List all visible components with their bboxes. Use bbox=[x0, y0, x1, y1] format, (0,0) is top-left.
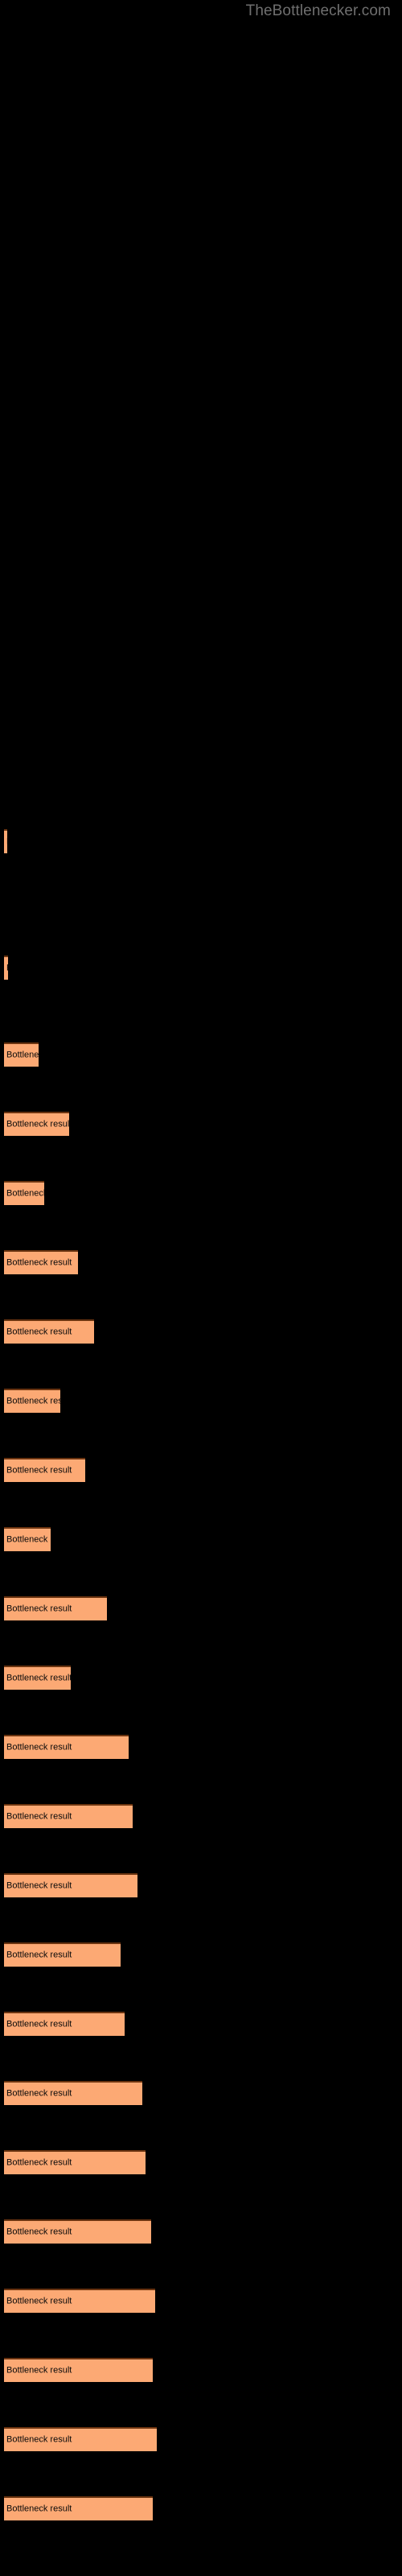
chart-bar[interactable]: Bottleneck result bbox=[4, 2219, 151, 2244]
bar-label: Bottleneck result bbox=[6, 1188, 44, 1199]
chart-bar[interactable]: Bottleneck result bbox=[4, 1389, 60, 1413]
bar-label: Bottleneck result bbox=[6, 1050, 39, 1060]
chart-bar[interactable]: Bottleneck result bbox=[4, 2358, 153, 2382]
chart-bar[interactable]: Bottleneck result bbox=[4, 2427, 157, 2451]
chart-bar[interactable]: Bottleneck result bbox=[4, 1596, 107, 1620]
bar-label: Bottleneck result bbox=[6, 1880, 72, 1891]
bar-label: Bottleneck result bbox=[6, 2019, 72, 2029]
chart-bar[interactable]: Bottleneck result bbox=[4, 1666, 71, 1690]
chart-bar[interactable]: Bottleneck result bbox=[4, 2496, 153, 2520]
chart-bar[interactable]: Bottleneck result bbox=[4, 956, 8, 980]
bar-label: Bottleneck result bbox=[6, 2157, 72, 2168]
chart-bar[interactable]: Bottleneck result bbox=[4, 2081, 142, 2105]
chart-bar[interactable]: Bottleneck result bbox=[4, 1735, 129, 1759]
bar-label: Bottleneck result bbox=[6, 1604, 72, 1614]
bar-label: Bottleneck result bbox=[6, 1465, 72, 1476]
bar-label: Bottleneck result bbox=[6, 2365, 72, 2376]
bar-label: Bottleneck result bbox=[6, 1257, 72, 1268]
bar-label: Bottleneck result bbox=[6, 2434, 72, 2445]
chart-bar[interactable]: Bottleneck result bbox=[4, 1458, 85, 1482]
bar-label: Bottleneck result bbox=[6, 1742, 72, 1752]
bar-label: Bottleneck result bbox=[6, 1396, 60, 1406]
chart-plot-area: Bottleneck result Bottleneck result Bottle… bbox=[0, 0, 402, 2576]
chart-bar[interactable]: Bottleneck result bbox=[4, 1042, 39, 1067]
chart-bar[interactable]: Bottleneck result bbox=[4, 2012, 125, 2036]
bar-label: Bottleneck result bbox=[6, 2227, 72, 2237]
chart-bar[interactable]: Bottleneck result bbox=[4, 2289, 155, 2313]
chart-bar[interactable]: Bottleneck result bbox=[4, 1942, 121, 1967]
bar-label: Bottleneck result bbox=[6, 1811, 72, 1822]
bar-label: Bottleneck result bbox=[6, 2296, 72, 2306]
bar-label: Bottleneck result bbox=[6, 1534, 51, 1545]
bar-label: Bottleneck result bbox=[6, 1673, 71, 1683]
chart-bar[interactable]: Bottleneck result bbox=[4, 1527, 51, 1551]
bar-label: Bottleneck result bbox=[6, 1950, 72, 1960]
chart-bar[interactable]: Bottleneck result bbox=[4, 1804, 133, 1828]
bar-label: Bottleneck result bbox=[6, 837, 7, 848]
chart-bar[interactable]: Bottleneck result bbox=[4, 1250, 78, 1274]
bottleneck-chart-page: TheBottlenecker.com Bottleneck resultBot… bbox=[0, 0, 402, 2576]
bar-label: Bottleneck result bbox=[6, 964, 8, 974]
chart-bar[interactable]: Bottleneck result bbox=[4, 1319, 94, 1344]
bar-label: Bottleneck result bbox=[6, 2088, 72, 2099]
chart-bar[interactable]: Bottleneck result bbox=[4, 1112, 69, 1136]
bar-label: Bottleneck result bbox=[6, 2504, 72, 2514]
bar-label: Bottleneck result bbox=[6, 1327, 72, 1337]
chart-bar[interactable]: Bottleneck result bbox=[4, 1181, 44, 1205]
chart-bar[interactable]: Bottleneck result bbox=[4, 1873, 137, 1897]
chart-bar[interactable]: Bottleneck result bbox=[4, 829, 7, 853]
bar-label: Bottleneck result bbox=[6, 1119, 69, 1129]
chart-bar[interactable]: Bottleneck result bbox=[4, 2150, 146, 2174]
